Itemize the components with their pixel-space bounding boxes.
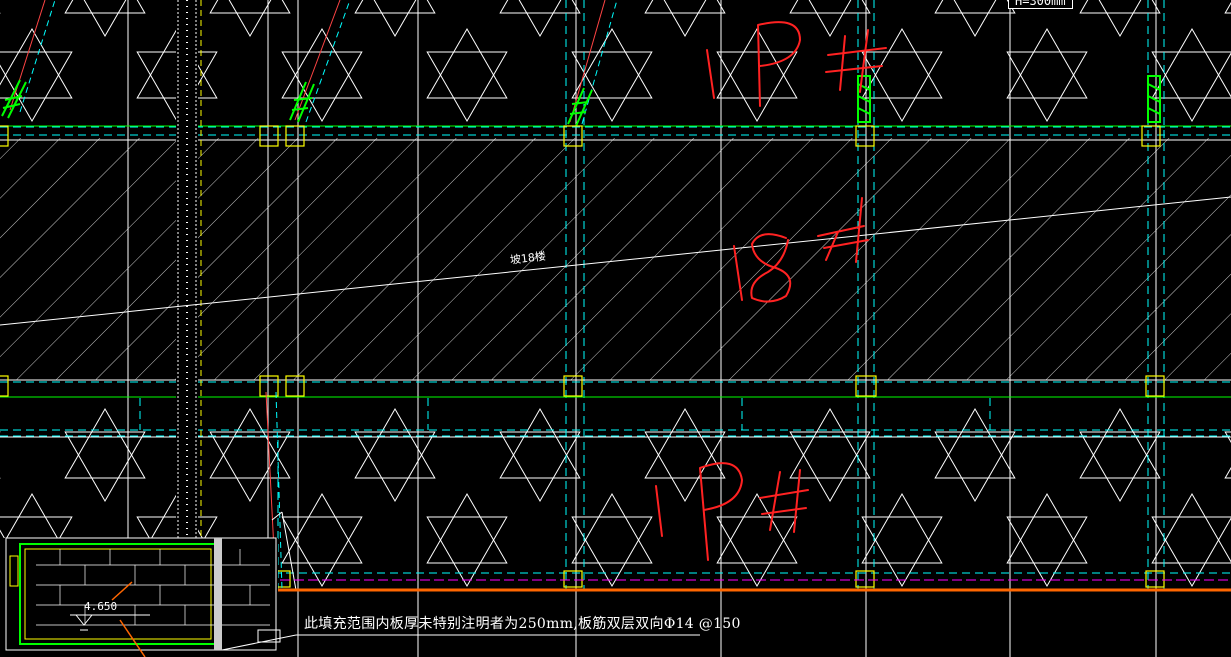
- cad-drawing-canvas[interactable]: [0, 0, 1231, 657]
- brick-wall-block: [0, 537, 281, 657]
- dimension-label: H=300mm: [1008, 0, 1073, 9]
- elevation-label: 4.650: [84, 600, 118, 613]
- slab-note-text: 此填充范围内板厚未特别注明者为250mm,板筋双层双向Φ14 @150: [304, 616, 741, 632]
- dotted-column-strip: [176, 0, 202, 600]
